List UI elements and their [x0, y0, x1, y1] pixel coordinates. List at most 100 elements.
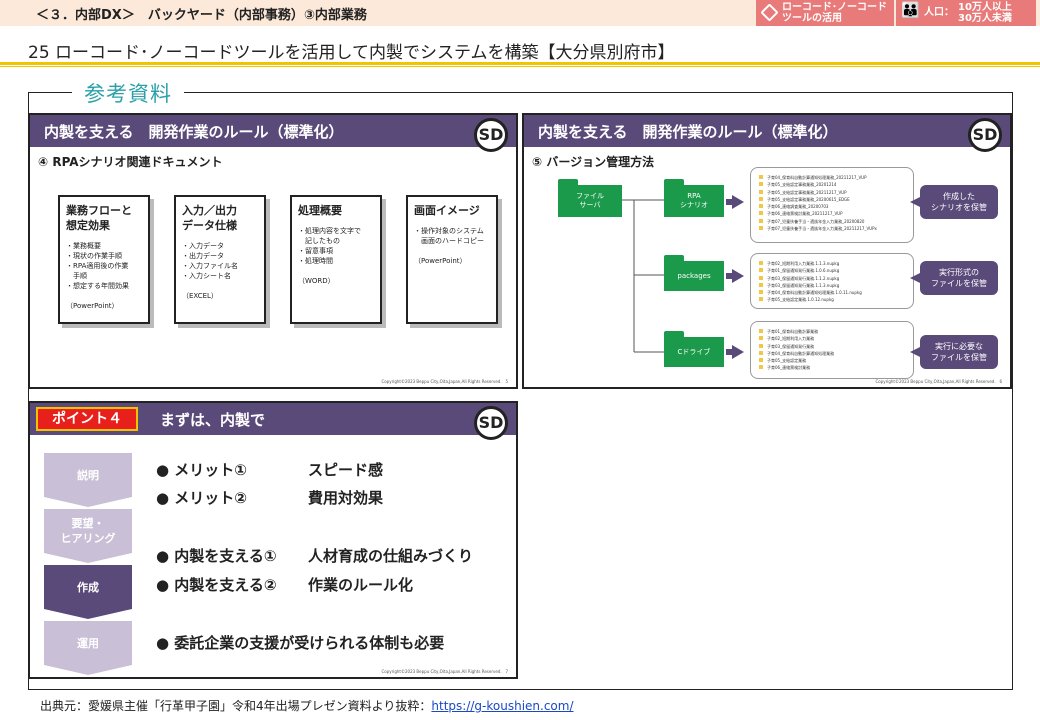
slide-header: 内製を支える 開発作業のルール（標準化） — [30, 115, 516, 147]
slide-documents: 内製を支える 開発作業のルール（標準化） SD ④ RPAシナリオ関連ドキュメン… — [28, 113, 518, 389]
point-label: ● 委託企業の支援が受けられる体制も必要 — [156, 634, 445, 652]
point-merit-1: ● メリット① スピード感 — [156, 459, 383, 480]
list-item: 子育05_支給認定業務.1.0.12.nupkg — [759, 296, 909, 303]
doc-box-data-spec: 入力／出力 データ仕様 ・入力データ ・出力データ ・入力ファイル名 ・入力シー… — [174, 195, 266, 324]
source-link[interactable]: https://g-koushien.com/ — [431, 699, 573, 713]
file-list-scenario: 子育04_保育料自動計算通知処理業務_20211217_VUP 子育05_支給認… — [750, 167, 914, 243]
list-item: ・操作対象のシステム 画面のハードコピー — [414, 227, 484, 245]
copyright: Copyright©2023 Beppu City,Oita,Japan,All… — [875, 379, 1002, 384]
list-item: ・RPA適用後の作業 手順 — [66, 262, 129, 280]
slide-page-number: 5 — [505, 379, 508, 384]
note-bubble: 実行形式の ファイルを保管 — [910, 261, 998, 295]
doc-box-title: 業務フローと 想定効果 — [66, 204, 132, 232]
doc-box-list: ・業務概要 ・現状の作業手順 ・RPA適用後の作業 手順 ・想定する年間効果 — [66, 241, 142, 291]
list-item: 子育06_連絡調査業務_20200703 — [759, 203, 909, 210]
right-arrow-icon — [726, 195, 744, 209]
right-arrow-icon — [726, 345, 744, 359]
list-item: 子育01_保留通知発行業務.1.0.6.nupkg — [759, 267, 909, 274]
beppu-logo-icon: SD — [474, 118, 508, 152]
list-item: 子育07_児童扶養手当・遺族年金入力業務_20200820 — [759, 218, 909, 225]
doc-box-flow: 業務フローと 想定効果 ・業務概要 ・現状の作業手順 ・RPA適用後の作業 手順… — [58, 195, 150, 324]
point-value: 費用対効果 — [308, 489, 384, 507]
list-item: ・入力シート名 — [182, 272, 231, 280]
doc-box-format: （PowerPoint） — [414, 257, 467, 265]
title-rule-thin — [0, 66, 1040, 67]
copyright-text: Copyright©2023 Beppu City,Oita,Japan,All… — [875, 379, 996, 384]
list-item: 子育03_保留通知発行業務 — [759, 343, 909, 350]
doc-box-format: （WORD） — [298, 277, 335, 285]
file-server-folder-icon: ファイル サーバ — [558, 179, 622, 217]
list-item: 子育04_保育料自動計算通知処理業務.1.0.11.nupkg — [759, 289, 909, 296]
slide-point4: まずは、内製で ポイント４ SD 説明 要望・ ヒアリング 作成 運用 ● メリ… — [28, 401, 518, 679]
list-item: ・処理時間 — [298, 257, 333, 265]
point-label: ● 内製を支える② — [156, 576, 277, 594]
list-item: 子育02_短期利用入力業務.1.1.3.nupkg — [759, 260, 909, 267]
point-label: ● メリット② — [156, 489, 248, 507]
page-title: 25 ローコード･ノーコードツールを活用して内製でシステムを構築【大分県別府市】 — [28, 43, 675, 63]
doc-box-title: 入力／出力 データ仕様 — [182, 204, 237, 232]
file-list-cdrive: 子育01_保育料自動計算業務 子育02_短期利用入力業務 子育03_保留通知発行… — [750, 321, 914, 379]
source-prefix: 出典元：愛媛県主催「行革甲子園」令和4年出場プレゼン資料より抜粋： — [40, 699, 432, 713]
list-item: ・出力データ — [182, 252, 224, 260]
point-value: スピード感 — [308, 461, 384, 479]
list-item: ・入力ファイル名 — [182, 262, 238, 270]
list-item: ・留意事項 — [298, 247, 333, 255]
doc-box-list: ・操作対象のシステム 画面のハードコピー — [414, 226, 490, 246]
slide-subtitle: ④ RPAシナリオ関連ドキュメント — [38, 155, 223, 169]
population-prefix: 人口： — [924, 7, 954, 18]
doc-box-title: 処理概要 — [298, 204, 342, 217]
doc-box-list: ・処理内容を文字で 記したもの ・留意事項 ・処理時間 — [298, 226, 374, 266]
breadcrumb: ＜３．内部DX＞ バックヤード（内部事務）③内部業務 — [36, 8, 367, 23]
lowcode-tag-label: ローコード･ノーコード ツールの活用 — [782, 2, 887, 24]
tag-icon — [760, 3, 779, 22]
list-item: 子育05_支給認定業務 — [759, 357, 909, 364]
copyright-text: Copyright©2023 Beppu City,Oita,Japan,All… — [381, 379, 502, 384]
list-item: 子育03_保留通知発行業務.1.1.3.nupkg — [759, 282, 909, 289]
source-note: 出典元：愛媛県主催「行革甲子園」令和4年出場プレゼン資料より抜粋：https:/… — [40, 697, 574, 714]
title-rule — [0, 62, 1040, 65]
step-chevrons — [44, 497, 132, 675]
list-item: ・処理内容を文字で 記したもの — [298, 227, 361, 245]
slide-page-number: 7 — [505, 669, 508, 674]
copyright: Copyright©2023 Beppu City,Oita,Japan,All… — [381, 379, 508, 384]
note-bubble: 実行に必要な ファイルを保管 — [910, 335, 998, 369]
doc-box-format: （PowerPoint） — [66, 302, 119, 310]
list-item: ・現状の作業手順 — [66, 252, 122, 260]
reference-label: 参考資料 — [72, 78, 184, 108]
rpa-scenario-folder-icon: RPA シナリオ — [664, 179, 724, 217]
point-label: ● メリット① — [156, 461, 248, 479]
doc-box-format: （EXCEL） — [182, 292, 218, 300]
list-item: 子育05_支給認定事務業務_20211217_VUP — [759, 189, 909, 196]
list-item: 子育04_保育料自動計算通知処理業務 — [759, 350, 909, 357]
population-tag: 👪 人口： 10万人以上 30万人未満 — [896, 0, 1036, 26]
point-value: 人材育成の仕組みづくり — [308, 547, 474, 565]
point-merit-2: ● メリット② 費用対効果 — [156, 487, 383, 508]
right-arrow-icon — [726, 269, 744, 283]
list-item: 子育05_支給認定事務業務_20200615_EDGE — [759, 196, 909, 203]
slide-page-number: 6 — [999, 379, 1002, 384]
list-item: 子育05_支給認定事務業務_20201214 — [759, 181, 909, 188]
copyright-text: Copyright©2023 Beppu City,Oita,Japan,All… — [381, 669, 502, 674]
copyright: Copyright©2023 Beppu City,Oita,Japan,All… — [381, 669, 508, 674]
list-item: 子育07_児童扶養手当・遺族年金入力業務_20211217_VUPx — [759, 225, 909, 232]
point-label: ● 内製を支える① — [156, 547, 277, 565]
packages-folder-icon: packages — [664, 255, 724, 291]
note-bubble: 作成した シナリオを保管 — [910, 185, 998, 219]
doc-box-title: 画面イメージ — [414, 204, 480, 217]
point-vendor-support: ● 委託企業の支援が受けられる体制も必要 — [156, 632, 444, 653]
doc-box-list: ・入力データ ・出力データ ・入力ファイル名 ・入力シート名 — [182, 241, 258, 281]
list-item: ・入力データ — [182, 242, 224, 250]
list-item: 子育02_短期利用入力業務 — [759, 335, 909, 342]
people-icon: 👪 — [901, 1, 920, 19]
doc-box-process: 処理概要 ・処理内容を文字で 記したもの ・留意事項 ・処理時間 （WORD） — [290, 195, 382, 324]
list-item: 子育01_保育料自動計算業務 — [759, 328, 909, 335]
lowcode-tag: ローコード･ノーコード ツールの活用 — [756, 0, 894, 26]
doc-box-screen: 画面イメージ ・操作対象のシステム 画面のハードコピー （PowerPoint） — [406, 195, 498, 324]
point-support-1: ● 内製を支える① 人材育成の仕組みづくり — [156, 545, 473, 566]
c-drive-folder-icon: Cドライブ — [664, 331, 724, 367]
list-item: 子育06_連絡票検討業務 — [759, 364, 909, 371]
list-item: 子育03_保留通知発行業務.1.1.2.nupkg — [759, 275, 909, 282]
list-item: ・業務概要 — [66, 242, 101, 250]
list-item: 子育06_連絡票検討業務_20211217_VUP — [759, 210, 909, 217]
slide-version-control: 内製を支える 開発作業のルール（標準化） SD ⑤ バージョン管理方法 ファイル… — [522, 113, 1012, 389]
